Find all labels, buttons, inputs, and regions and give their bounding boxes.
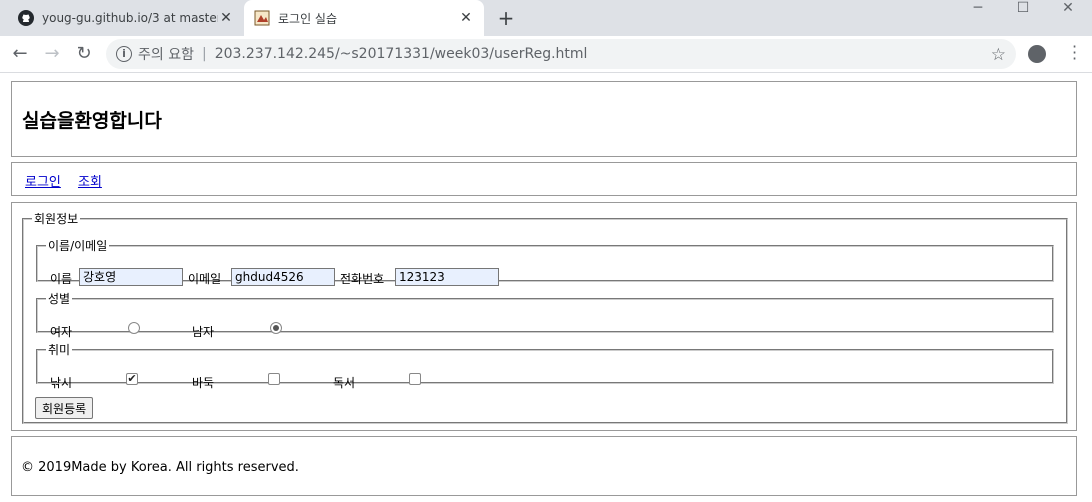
new-tab-plus-icon[interactable]: + [496, 8, 516, 28]
nav-link-login[interactable]: 로그인 [25, 171, 61, 190]
gender-legend: 성별 [48, 292, 71, 306]
name-input[interactable]: 강호영 [79, 268, 183, 286]
hobby-baduk-label: 바둑 [192, 376, 215, 390]
page-title: 실습을환영합니다 [22, 110, 162, 132]
tab-close-icon[interactable]: ✕ [218, 10, 234, 26]
tab-active[interactable]: 로그인 실습 ✕ [244, 0, 484, 36]
info-icon[interactable]: i [116, 46, 132, 62]
tab-close-icon[interactable]: ✕ [458, 10, 474, 26]
nav-link-view[interactable]: 조회 [78, 171, 102, 190]
male-radio[interactable] [270, 322, 282, 334]
menu-dots-icon[interactable]: · · · [1072, 39, 1078, 67]
tab-title: 로그인 실습 [278, 11, 338, 26]
register-button[interactable]: 회원등록 [35, 397, 94, 419]
male-label: 남자 [192, 325, 215, 339]
female-radio[interactable] [128, 322, 140, 334]
hobby-fishing-checkbox[interactable]: ✔ [126, 373, 138, 385]
minimize-icon[interactable]: ─ [958, 0, 998, 20]
email-input[interactable]: ghdud4526 [231, 268, 335, 286]
page-content: 실습을환영합니다 로그인 조회 회원정보 이름/이메일 이름 강호영 이메일 g… [0, 73, 1092, 502]
hobby-fishing-label: 낚시 [50, 376, 73, 390]
tab-strip: youg-gu.github.io/3 at master · ✕ 로그인 실습… [0, 0, 1092, 36]
page-favicon-icon [254, 10, 270, 26]
name-email-legend: 이름/이메일 [48, 239, 108, 253]
phone-label: 전화번호 [340, 272, 385, 286]
forward-arrow-icon[interactable]: → [42, 44, 62, 64]
security-label: 주의 요함 [138, 47, 194, 63]
tab-github[interactable]: youg-gu.github.io/3 at master · ✕ [8, 0, 244, 36]
nav-section: 로그인 조회 [11, 162, 1077, 196]
hobby-reading-checkbox[interactable] [409, 373, 421, 385]
member-info-legend: 회원정보 [34, 212, 79, 226]
window-close-icon[interactable]: ✕ [1048, 0, 1088, 20]
account-icon[interactable] [1028, 45, 1046, 63]
hobby-baduk-checkbox[interactable] [268, 373, 280, 385]
name-label: 이름 [50, 272, 73, 286]
bookmark-star-icon[interactable]: ☆ [991, 45, 1006, 65]
name-email-fieldset: 이름/이메일 이름 강호영 이메일 ghdud4526 전화번호 123123 [36, 237, 1054, 286]
footer-text: © 2019Made by Korea. All rights reserved… [21, 460, 299, 475]
header-section: 실습을환영합니다 [11, 81, 1077, 157]
female-label: 여자 [50, 325, 73, 339]
tab-title: youg-gu.github.io/3 at master · [42, 11, 218, 25]
gender-fieldset: 성별 여자 남자 [36, 290, 1054, 339]
phone-input[interactable]: 123123 [395, 268, 499, 286]
member-info-fieldset: 회원정보 이름/이메일 이름 강호영 이메일 ghdud4526 전화번호 12… [22, 210, 1068, 424]
url-text: 203.237.142.245/~s20171331/week03/userRe… [214, 46, 588, 62]
footer-section: © 2019Made by Korea. All rights reserved… [11, 436, 1077, 496]
github-icon [18, 10, 34, 26]
hobby-legend: 취미 [48, 343, 71, 357]
address-bar[interactable]: i 주의 요함 | 203.237.142.245/~s20171331/wee… [106, 39, 1016, 69]
hobby-fieldset: 취미 낚시 ✔ 바둑 독서 [36, 341, 1054, 390]
hobby-reading-label: 독서 [333, 376, 356, 390]
main-section: 회원정보 이름/이메일 이름 강호영 이메일 ghdud4526 전화번호 12… [11, 202, 1077, 431]
back-arrow-icon[interactable]: ← [10, 44, 30, 64]
maximize-icon[interactable]: ☐ [1003, 0, 1043, 20]
email-label: 이메일 [188, 272, 222, 286]
separator: | [201, 46, 207, 62]
browser-toolbar: ← → ↻ i 주의 요함 | 203.237.142.245/~s201713… [0, 36, 1092, 73]
reload-icon[interactable]: ↻ [74, 44, 94, 64]
